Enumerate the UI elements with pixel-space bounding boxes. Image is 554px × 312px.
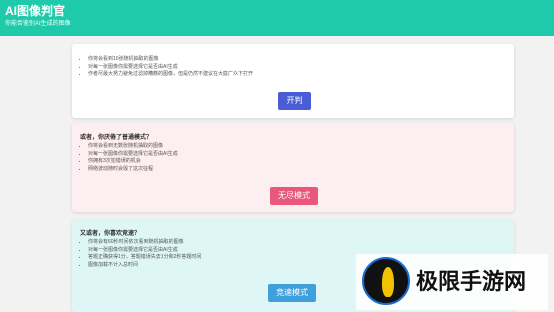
speed-mode-button[interactable]: 竞速模式 xyxy=(268,284,316,302)
list-item: 作者尽最大努力避免过滤掉糟糕的图像，但是仍然不建议在大庭广众下打开 xyxy=(88,71,253,79)
site-watermark: 极限手游网 xyxy=(356,254,548,310)
speed-mode-rules: 你将会有60秒时间依次看到随机抽取的图像 对每一张图像你需要选择它是否由AI生成… xyxy=(88,239,201,269)
list-item: 对每一张图像你需要选择它是否由AI生成 xyxy=(88,247,201,255)
watermark-text: 极限手游网 xyxy=(416,269,527,295)
normal-mode-card: 你将会看到10张随机抽取的图像 对每一张图像你需要选择它是否由AI生成 作者尽最… xyxy=(72,44,514,118)
app-title: AI图像判官 xyxy=(5,4,66,18)
list-item: 你将会看到10张随机抽取的图像 xyxy=(88,56,253,64)
list-item: 答题正确获得1分，答题错误失去1分和2秒答题时间 xyxy=(88,254,201,262)
endless-mode-heading: 或者，你厌倦了普通模式？ xyxy=(80,135,153,141)
endless-mode-rules: 你将会看到无数张随机抽取的图像 对每一张图像你需要选择它是否由AI生成 你拥有3… xyxy=(88,143,178,173)
leaf-logo-icon xyxy=(362,257,410,305)
app-header: AI图像判官 你能否鉴别AI生成的图像 xyxy=(0,0,554,36)
normal-mode-rules: 你将会看到10张随机抽取的图像 对每一张图像你需要选择它是否由AI生成 作者尽最… xyxy=(88,56,253,79)
leaf-icon xyxy=(382,267,394,297)
list-item: 对每一张图像你需要选择它是否由AI生成 xyxy=(88,64,253,72)
list-item: 你拥有3次犯错误的机会 xyxy=(88,158,178,166)
list-item: 网络波动随时会毁了这次征程 xyxy=(88,166,178,174)
list-item: 对每一张图像你需要选择它是否由AI生成 xyxy=(88,151,178,159)
list-item: 图像加载不计入总时间 xyxy=(88,262,201,270)
list-item: 你将会有60秒时间依次看到随机抽取的图像 xyxy=(88,239,201,247)
endless-mode-button[interactable]: 无尽模式 xyxy=(270,187,318,205)
speed-mode-heading: 又或者，你喜欢竞速？ xyxy=(80,231,141,237)
app-subtitle: 你能否鉴别AI生成的图像 xyxy=(5,21,71,27)
endless-mode-card: 或者，你厌倦了普通模式？ 你将会看到无数张随机抽取的图像 对每一张图像你需要选择… xyxy=(72,123,514,212)
start-button[interactable]: 开判 xyxy=(278,92,311,110)
list-item: 你将会看到无数张随机抽取的图像 xyxy=(88,143,178,151)
